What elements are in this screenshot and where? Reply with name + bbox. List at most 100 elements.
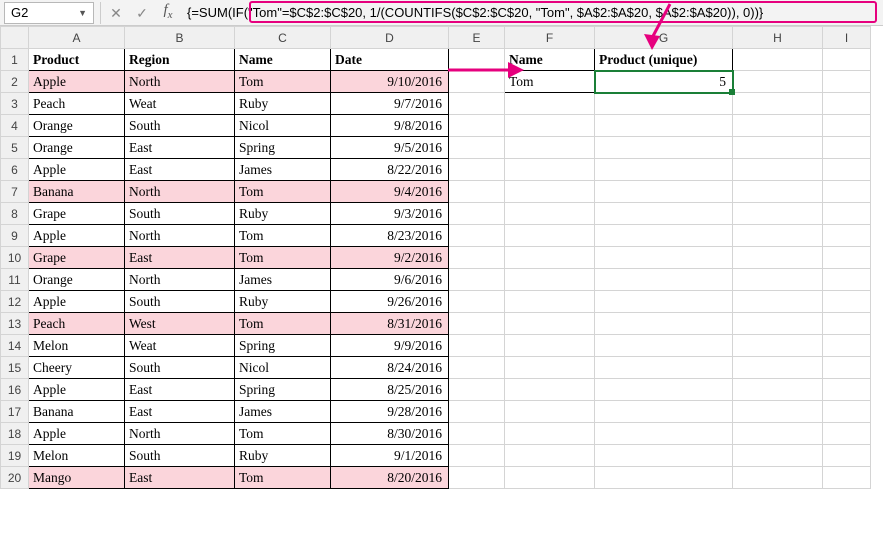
row-header-14[interactable]: 14 bbox=[1, 335, 29, 357]
cell-I17[interactable] bbox=[823, 401, 871, 423]
cell-D3[interactable]: 9/7/2016 bbox=[331, 93, 449, 115]
cell-D14[interactable]: 9/9/2016 bbox=[331, 335, 449, 357]
cell-A17[interactable]: Banana bbox=[29, 401, 125, 423]
cell-I5[interactable] bbox=[823, 137, 871, 159]
cell-A12[interactable]: Apple bbox=[29, 291, 125, 313]
row-header-18[interactable]: 18 bbox=[1, 423, 29, 445]
cell-B8[interactable]: South bbox=[125, 203, 235, 225]
cell-E1[interactable] bbox=[449, 49, 505, 71]
cell-H2[interactable] bbox=[733, 71, 823, 93]
cell-G9[interactable] bbox=[595, 225, 733, 247]
cell-C10[interactable]: Tom bbox=[235, 247, 331, 269]
cell-F15[interactable] bbox=[505, 357, 595, 379]
cell-D16[interactable]: 8/25/2016 bbox=[331, 379, 449, 401]
cell-I7[interactable] bbox=[823, 181, 871, 203]
spreadsheet-grid[interactable]: ABCDEFGHI 1ProductRegionNameDateNameProd… bbox=[0, 26, 883, 489]
row-header-19[interactable]: 19 bbox=[1, 445, 29, 467]
cell-D17[interactable]: 9/28/2016 bbox=[331, 401, 449, 423]
cell-G1[interactable]: Product (unique) bbox=[595, 49, 733, 71]
row-header-10[interactable]: 10 bbox=[1, 247, 29, 269]
cell-E4[interactable] bbox=[449, 115, 505, 137]
cell-D7[interactable]: 9/4/2016 bbox=[331, 181, 449, 203]
cell-I20[interactable] bbox=[823, 467, 871, 489]
cell-E11[interactable] bbox=[449, 269, 505, 291]
cell-G4[interactable] bbox=[595, 115, 733, 137]
cell-F18[interactable] bbox=[505, 423, 595, 445]
cell-E16[interactable] bbox=[449, 379, 505, 401]
cell-I9[interactable] bbox=[823, 225, 871, 247]
cell-H1[interactable] bbox=[733, 49, 823, 71]
column-header-b[interactable]: B bbox=[125, 27, 235, 49]
row-header-12[interactable]: 12 bbox=[1, 291, 29, 313]
cell-E10[interactable] bbox=[449, 247, 505, 269]
cell-B11[interactable]: North bbox=[125, 269, 235, 291]
cell-A6[interactable]: Apple bbox=[29, 159, 125, 181]
row-header-3[interactable]: 3 bbox=[1, 93, 29, 115]
cell-A8[interactable]: Grape bbox=[29, 203, 125, 225]
cell-B17[interactable]: East bbox=[125, 401, 235, 423]
cell-H20[interactable] bbox=[733, 467, 823, 489]
cell-A2[interactable]: Apple bbox=[29, 71, 125, 93]
fx-icon[interactable]: fx bbox=[155, 0, 181, 26]
column-header-h[interactable]: H bbox=[733, 27, 823, 49]
cell-G19[interactable] bbox=[595, 445, 733, 467]
cell-I19[interactable] bbox=[823, 445, 871, 467]
cell-C15[interactable]: Nicol bbox=[235, 357, 331, 379]
cell-H13[interactable] bbox=[733, 313, 823, 335]
cell-I3[interactable] bbox=[823, 93, 871, 115]
cell-I6[interactable] bbox=[823, 159, 871, 181]
cell-C12[interactable]: Ruby bbox=[235, 291, 331, 313]
cell-B3[interactable]: Weat bbox=[125, 93, 235, 115]
cell-H4[interactable] bbox=[733, 115, 823, 137]
cell-D5[interactable]: 9/5/2016 bbox=[331, 137, 449, 159]
cell-E14[interactable] bbox=[449, 335, 505, 357]
cell-H9[interactable] bbox=[733, 225, 823, 247]
cell-G2[interactable]: 5 bbox=[595, 71, 733, 93]
row-header-15[interactable]: 15 bbox=[1, 357, 29, 379]
cell-B1[interactable]: Region bbox=[125, 49, 235, 71]
row-header-8[interactable]: 8 bbox=[1, 203, 29, 225]
cell-C8[interactable]: Ruby bbox=[235, 203, 331, 225]
cell-I14[interactable] bbox=[823, 335, 871, 357]
row-header-1[interactable]: 1 bbox=[1, 49, 29, 71]
cell-I15[interactable] bbox=[823, 357, 871, 379]
cell-E15[interactable] bbox=[449, 357, 505, 379]
cell-E7[interactable] bbox=[449, 181, 505, 203]
cell-F12[interactable] bbox=[505, 291, 595, 313]
cell-G3[interactable] bbox=[595, 93, 733, 115]
cell-B10[interactable]: East bbox=[125, 247, 235, 269]
cell-A13[interactable]: Peach bbox=[29, 313, 125, 335]
row-header-6[interactable]: 6 bbox=[1, 159, 29, 181]
cell-B18[interactable]: North bbox=[125, 423, 235, 445]
cell-C1[interactable]: Name bbox=[235, 49, 331, 71]
cell-H11[interactable] bbox=[733, 269, 823, 291]
cell-C6[interactable]: James bbox=[235, 159, 331, 181]
cell-D1[interactable]: Date bbox=[331, 49, 449, 71]
column-header-g[interactable]: G bbox=[595, 27, 733, 49]
row-header-11[interactable]: 11 bbox=[1, 269, 29, 291]
cell-I16[interactable] bbox=[823, 379, 871, 401]
cell-A5[interactable]: Orange bbox=[29, 137, 125, 159]
cell-B5[interactable]: East bbox=[125, 137, 235, 159]
cell-F19[interactable] bbox=[505, 445, 595, 467]
cell-C13[interactable]: Tom bbox=[235, 313, 331, 335]
cell-E5[interactable] bbox=[449, 137, 505, 159]
cell-A15[interactable]: Cheery bbox=[29, 357, 125, 379]
cell-A9[interactable]: Apple bbox=[29, 225, 125, 247]
cell-H17[interactable] bbox=[733, 401, 823, 423]
cell-G7[interactable] bbox=[595, 181, 733, 203]
cell-E13[interactable] bbox=[449, 313, 505, 335]
column-header-e[interactable]: E bbox=[449, 27, 505, 49]
cell-A3[interactable]: Peach bbox=[29, 93, 125, 115]
cell-C4[interactable]: Nicol bbox=[235, 115, 331, 137]
cell-E9[interactable] bbox=[449, 225, 505, 247]
cell-H15[interactable] bbox=[733, 357, 823, 379]
cell-F6[interactable] bbox=[505, 159, 595, 181]
cell-A16[interactable]: Apple bbox=[29, 379, 125, 401]
cell-C14[interactable]: Spring bbox=[235, 335, 331, 357]
cell-A11[interactable]: Orange bbox=[29, 269, 125, 291]
cell-G11[interactable] bbox=[595, 269, 733, 291]
cell-D12[interactable]: 9/26/2016 bbox=[331, 291, 449, 313]
cell-E8[interactable] bbox=[449, 203, 505, 225]
cell-E18[interactable] bbox=[449, 423, 505, 445]
